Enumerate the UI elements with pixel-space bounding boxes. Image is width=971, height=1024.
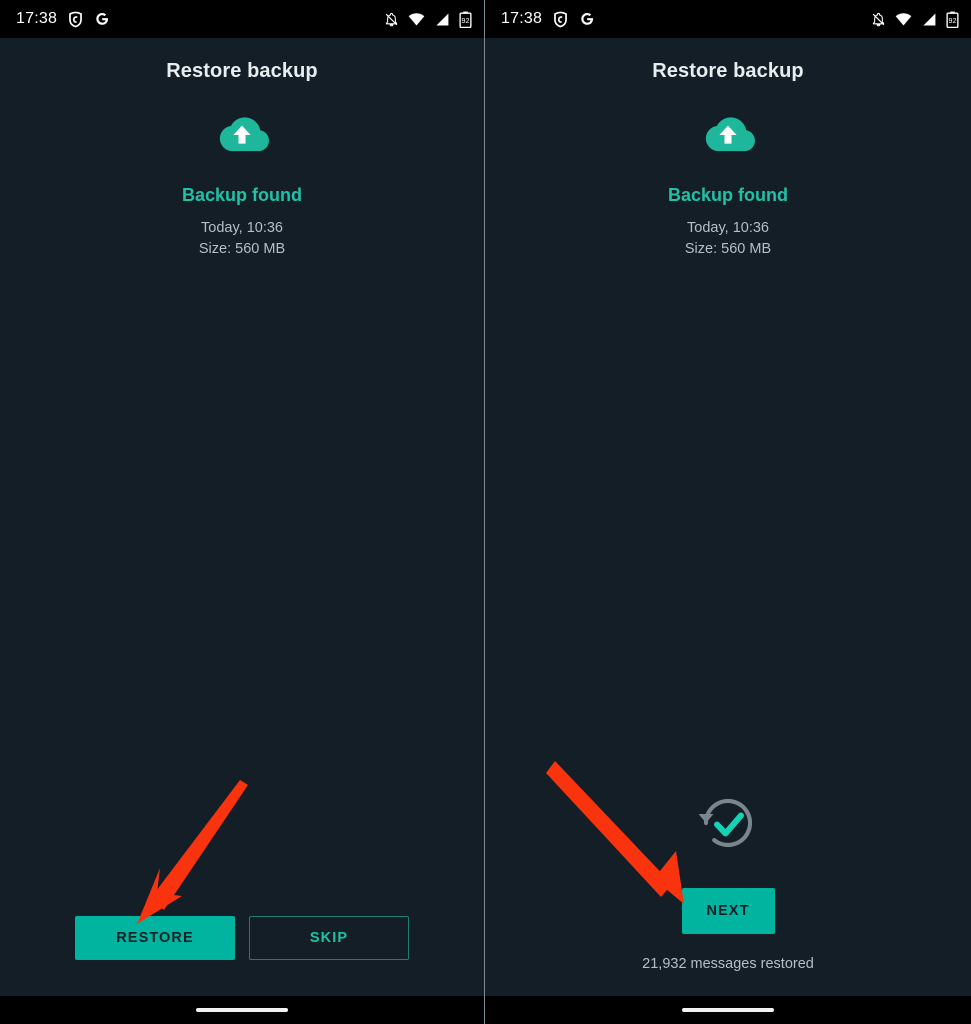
left-screen-content: Restore backup Backup found Today, 10:36… xyxy=(0,38,484,996)
backup-size: Size: 560 MB xyxy=(684,241,772,257)
battery-icon: 92 xyxy=(459,11,472,28)
status-clock: 17:38 xyxy=(501,10,543,27)
battery-icon: 92 xyxy=(946,11,959,28)
wifi-icon xyxy=(408,12,425,27)
google-icon xyxy=(94,11,110,27)
cellular-signal-icon xyxy=(921,12,937,27)
notifications-silenced-icon xyxy=(871,12,886,27)
cloud-upload-icon xyxy=(211,111,273,159)
google-icon xyxy=(579,11,595,27)
navigation-bar xyxy=(485,996,971,1024)
left-phone-screen: 17:38 92 Restore backup Backup found Tod… xyxy=(0,0,484,1024)
red-arrow-pointing-to-restore xyxy=(137,780,248,924)
skip-button[interactable]: SKIP xyxy=(249,916,409,960)
home-gesture-pill[interactable] xyxy=(682,1008,774,1012)
right-phone-screen: 17:38 92 Restore backup Backup found Tod… xyxy=(485,0,971,1024)
backup-status-label: Backup found xyxy=(668,185,788,205)
backup-metadata: Today, 10:36 Size: 560 MB xyxy=(685,218,771,260)
screenshot-pair: 17:38 92 Restore backup Backup found Tod… xyxy=(0,0,971,1024)
page-title: Restore backup xyxy=(652,60,804,82)
status-bar-right: 92 xyxy=(384,11,472,28)
page-title: Restore backup xyxy=(166,60,318,82)
restore-button[interactable]: RESTORE xyxy=(75,916,235,960)
adguard-icon xyxy=(552,11,569,28)
backup-status-label: Backup found xyxy=(182,185,302,205)
home-gesture-pill[interactable] xyxy=(196,1008,288,1012)
svg-text:92: 92 xyxy=(949,16,957,24)
adguard-icon xyxy=(67,11,84,28)
backup-date: Today, 10:36 xyxy=(201,220,283,236)
wifi-icon xyxy=(895,12,912,27)
navigation-bar xyxy=(0,996,484,1024)
svg-text:92: 92 xyxy=(462,16,470,24)
notifications-silenced-icon xyxy=(384,12,399,27)
status-clock: 17:38 xyxy=(16,10,58,27)
right-action-bar: NEXT 21,932 messages restored xyxy=(485,787,971,972)
status-bar-left: 17:38 xyxy=(16,10,110,28)
messages-restored-count: 21,932 messages restored xyxy=(642,956,814,972)
backup-date: Today, 10:36 xyxy=(687,220,769,236)
cellular-signal-icon xyxy=(434,12,450,27)
backup-size: Size: 560 MB xyxy=(198,241,286,257)
left-action-bar: RESTORE SKIP xyxy=(0,916,484,960)
next-button[interactable]: NEXT xyxy=(681,888,775,934)
right-screen-content: Restore backup Backup found Today, 10:36… xyxy=(485,38,971,996)
backup-metadata: Today, 10:36 Size: 560 MB xyxy=(199,218,285,260)
status-bar: 17:38 92 xyxy=(485,0,971,38)
status-bar-right: 92 xyxy=(871,11,959,28)
status-bar-left: 17:38 xyxy=(501,10,595,28)
restore-check-icon xyxy=(692,787,764,864)
cloud-upload-icon xyxy=(697,111,759,159)
status-bar: 17:38 92 xyxy=(0,0,484,38)
